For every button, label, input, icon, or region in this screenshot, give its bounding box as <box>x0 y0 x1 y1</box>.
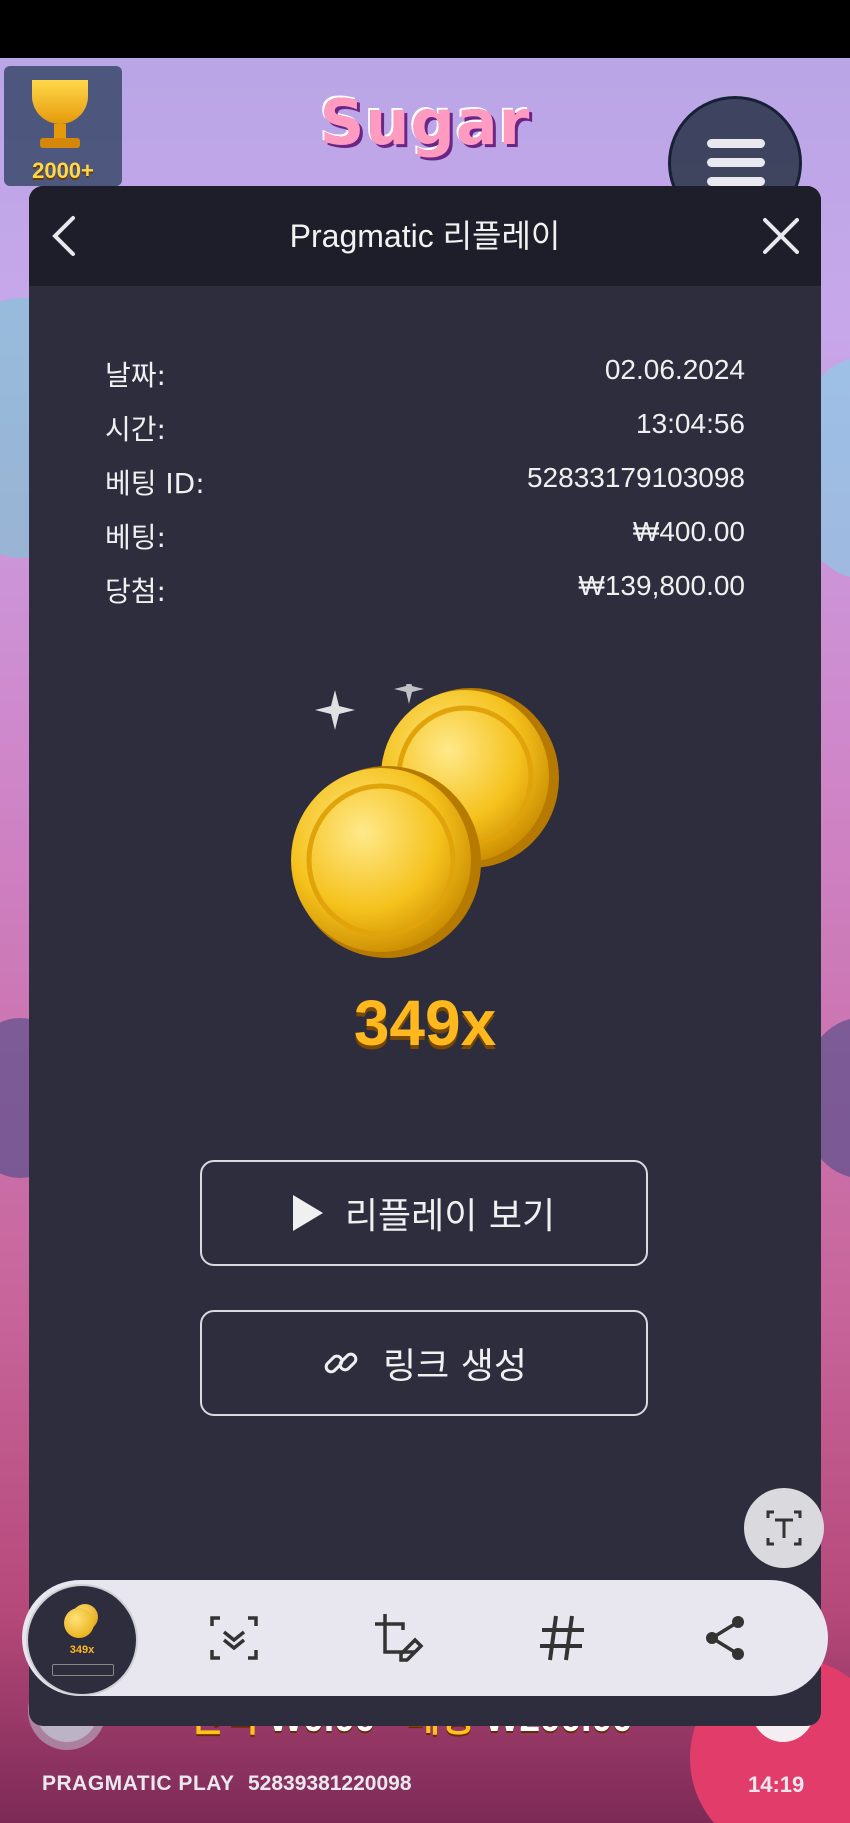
gold-coins-icon <box>291 684 559 958</box>
play-icon <box>292 1195 323 1231</box>
thumb-button-preview <box>52 1664 114 1676</box>
time-value: 13:04:56 <box>636 408 745 439</box>
bet-amount-value: ₩400.00 <box>632 516 745 547</box>
thumb-coin-icon <box>64 1608 94 1638</box>
close-icon[interactable] <box>757 212 805 260</box>
footer-round-id: 52839381220098 <box>248 1772 412 1795</box>
watch-replay-label: 리플레이 보기 <box>344 1196 556 1237</box>
tournament-trophy-button[interactable]: 2000+ <box>4 66 122 186</box>
info-row-bet: 베팅: ₩400.00 <box>105 516 745 570</box>
time-label: 시간: <box>105 413 166 446</box>
info-row-win: 당첨: ₩139,800.00 <box>105 570 745 624</box>
game-logo: Sugar <box>319 86 531 159</box>
info-row-date: 날짜: 02.06.2024 <box>105 354 745 408</box>
hashtag-icon[interactable] <box>534 1610 590 1666</box>
scan-icon[interactable] <box>206 1610 262 1666</box>
menu-bar-icon <box>707 158 765 167</box>
edit-crop-icon[interactable] <box>371 1610 427 1666</box>
win-value: ₩139,800.00 <box>578 570 745 601</box>
menu-bar-icon <box>707 139 765 148</box>
bet-id-label: 베팅 ID: <box>105 467 205 500</box>
info-row-bet-id: 베팅 ID: 52833179103098 <box>105 462 745 516</box>
replay-modal: Pragmatic 리플레이 날짜: 02.06.2024 시간: 13:04:… <box>29 186 821 1726</box>
win-label: 당첨: <box>105 575 166 608</box>
trophy-base <box>40 138 80 148</box>
menu-bar-icon <box>707 177 765 186</box>
thumbnail-multiplier: 349x <box>69 1644 95 1656</box>
trophy-stem <box>54 124 66 138</box>
share-icon[interactable] <box>698 1610 754 1666</box>
bet-id-value: 52833179103098 <box>526 462 745 493</box>
game-footer: PRAGMATIC PLAY 52839381220098 14:19 <box>0 1752 850 1823</box>
trophy-label: 2000+ <box>32 158 94 183</box>
modal-header: Pragmatic 리플레이 <box>29 186 821 286</box>
back-arrow-icon[interactable] <box>43 212 87 260</box>
screenshot-toolbar: 349x <box>22 1580 828 1696</box>
footer-time: 14:19 <box>748 1772 805 1797</box>
trophy-icon <box>32 80 88 124</box>
win-multiplier: 349x <box>353 987 497 1059</box>
date-label: 날짜: <box>105 359 166 392</box>
modal-title: Pragmatic 리플레이 <box>289 218 561 254</box>
date-value: 02.06.2024 <box>604 354 745 385</box>
create-link-button[interactable]: 링크 생성 <box>200 1310 648 1416</box>
screenshot-thumbnail[interactable]: 349x <box>26 1584 138 1696</box>
footer-brand: PRAGMATIC PLAY <box>42 1772 235 1795</box>
info-row-time: 시간: 13:04:56 <box>105 408 745 462</box>
bet-amount-label: 베팅: <box>105 521 166 554</box>
link-icon <box>324 1352 358 1374</box>
text-scan-icon <box>766 1510 802 1546</box>
create-link-label: 링크 생성 <box>383 1346 527 1387</box>
text-extract-button[interactable] <box>744 1488 824 1568</box>
watch-replay-button[interactable]: 리플레이 보기 <box>200 1160 648 1266</box>
